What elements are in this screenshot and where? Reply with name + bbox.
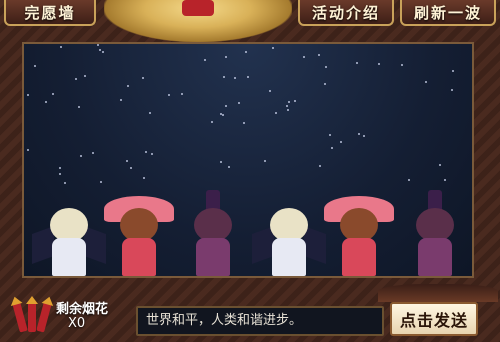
star — [287, 109, 289, 111]
star — [142, 77, 144, 79]
star — [444, 179, 446, 181]
character-silver-hair — [32, 190, 106, 276]
star — [286, 105, 288, 107]
star — [120, 99, 122, 101]
character-umbrella-girl — [104, 190, 174, 276]
star — [223, 76, 225, 78]
star — [303, 56, 305, 58]
bottom-bar: 剩余烟花 X0 世界和平，人类和谐进步。 点击发送 — [0, 284, 500, 342]
star — [80, 155, 82, 157]
star — [340, 141, 342, 143]
star — [145, 151, 147, 153]
character-silver-hair — [252, 190, 326, 276]
star — [238, 102, 240, 104]
knot-decoration — [182, 0, 214, 16]
star — [378, 63, 380, 65]
star — [264, 160, 266, 162]
star — [27, 94, 29, 96]
star — [451, 89, 453, 91]
star — [99, 49, 101, 51]
star — [401, 64, 403, 66]
star — [92, 152, 94, 154]
star — [52, 93, 54, 95]
star — [222, 114, 224, 116]
character-dark-hat — [184, 190, 242, 276]
star — [27, 149, 29, 151]
star — [452, 70, 454, 72]
star — [84, 75, 86, 77]
star — [130, 167, 132, 169]
star — [34, 65, 36, 67]
star — [126, 160, 128, 162]
star — [100, 181, 102, 183]
character-dark-hat — [406, 190, 464, 276]
star — [225, 105, 227, 107]
send-button[interactable]: 点击发送 — [390, 302, 478, 336]
star — [243, 122, 245, 124]
night-sky-panel — [22, 42, 474, 278]
star — [220, 161, 222, 163]
star — [97, 44, 99, 46]
wish-message-input[interactable]: 世界和平，人类和谐进步。 — [136, 306, 384, 336]
star — [331, 147, 333, 149]
star — [245, 51, 247, 53]
star — [325, 66, 327, 68]
star — [75, 78, 77, 80]
star — [211, 121, 213, 123]
firework-rockets-icon — [12, 290, 54, 336]
star — [228, 166, 230, 168]
star — [143, 177, 145, 179]
star — [127, 85, 129, 87]
star — [294, 100, 296, 102]
pavilion-roof-decoration — [378, 284, 498, 302]
character-row — [24, 184, 472, 276]
star — [151, 153, 153, 155]
star — [247, 76, 249, 78]
star — [60, 46, 62, 48]
star — [329, 134, 331, 136]
star — [59, 173, 61, 175]
star — [59, 167, 61, 169]
cloud-ornament-icon — [104, 0, 292, 42]
character-umbrella-girl — [324, 190, 394, 276]
star — [408, 179, 410, 181]
star — [272, 47, 274, 49]
star — [269, 90, 271, 92]
wish-wall-button[interactable]: 完愿墙 — [4, 0, 96, 26]
star — [319, 165, 321, 167]
star — [204, 59, 206, 61]
star — [220, 113, 222, 115]
star — [149, 112, 151, 114]
star — [288, 101, 290, 103]
star — [78, 106, 80, 108]
star — [225, 56, 227, 58]
star — [318, 54, 320, 56]
star — [275, 112, 277, 114]
star — [363, 135, 365, 137]
star — [168, 94, 170, 96]
star — [181, 93, 183, 95]
star — [102, 51, 104, 53]
fireworks-count: X0 — [68, 316, 86, 331]
refresh-button[interactable]: 刷新一波 — [400, 0, 496, 26]
star — [425, 81, 427, 83]
star — [356, 62, 358, 64]
event-intro-button[interactable]: 活动介绍 — [298, 0, 394, 26]
star — [45, 101, 47, 103]
star — [358, 133, 360, 135]
fireworks-remaining-label: 剩余烟花 — [56, 302, 109, 317]
star — [234, 77, 236, 79]
star — [439, 164, 441, 166]
star — [324, 83, 326, 85]
